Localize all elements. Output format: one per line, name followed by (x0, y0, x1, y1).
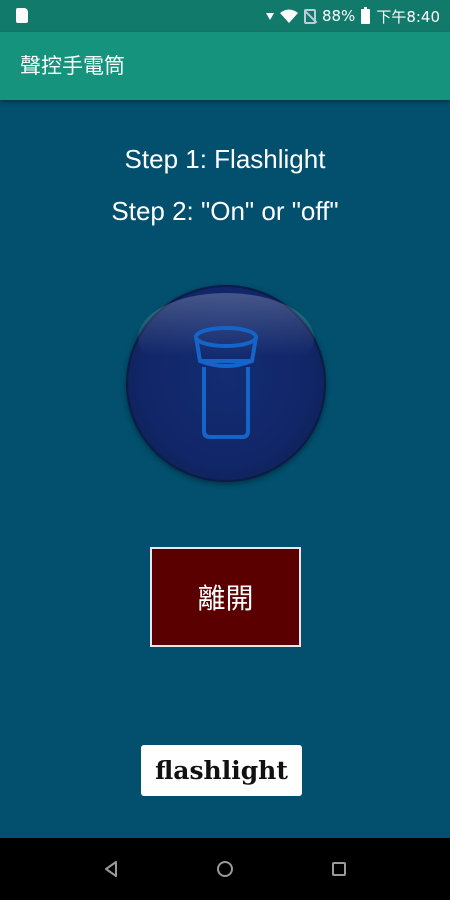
app-bar: 聲控手電筒 (0, 32, 450, 100)
battery-percent: 88% (321, 7, 356, 25)
flashlight-toggle-button[interactable] (126, 285, 326, 482)
exit-button[interactable]: 離開 (150, 547, 301, 647)
battery-icon (361, 6, 371, 24)
sd-card-icon (16, 8, 28, 23)
back-icon[interactable] (98, 856, 124, 882)
wifi-icon (279, 9, 298, 23)
flashlight-icon (194, 326, 258, 439)
status-icons: 88% 下午8:40 (265, 0, 440, 32)
home-icon[interactable] (212, 856, 238, 882)
navigation-bar (0, 838, 450, 900)
instruction-step-2: Step 2: "On" or "off" (111, 196, 339, 226)
status-bar: 88% 下午8:40 (0, 0, 450, 32)
app-title: 聲控手電筒 (20, 54, 125, 78)
instruction-step-1: Step 1: Flashlight (124, 144, 326, 174)
download-arrow-icon (265, 12, 274, 20)
no-sim-icon (303, 8, 316, 24)
recents-icon[interactable] (326, 856, 352, 882)
ad-banner[interactable]: flashlight (141, 745, 302, 796)
clock: 下午8:40 (376, 7, 440, 26)
